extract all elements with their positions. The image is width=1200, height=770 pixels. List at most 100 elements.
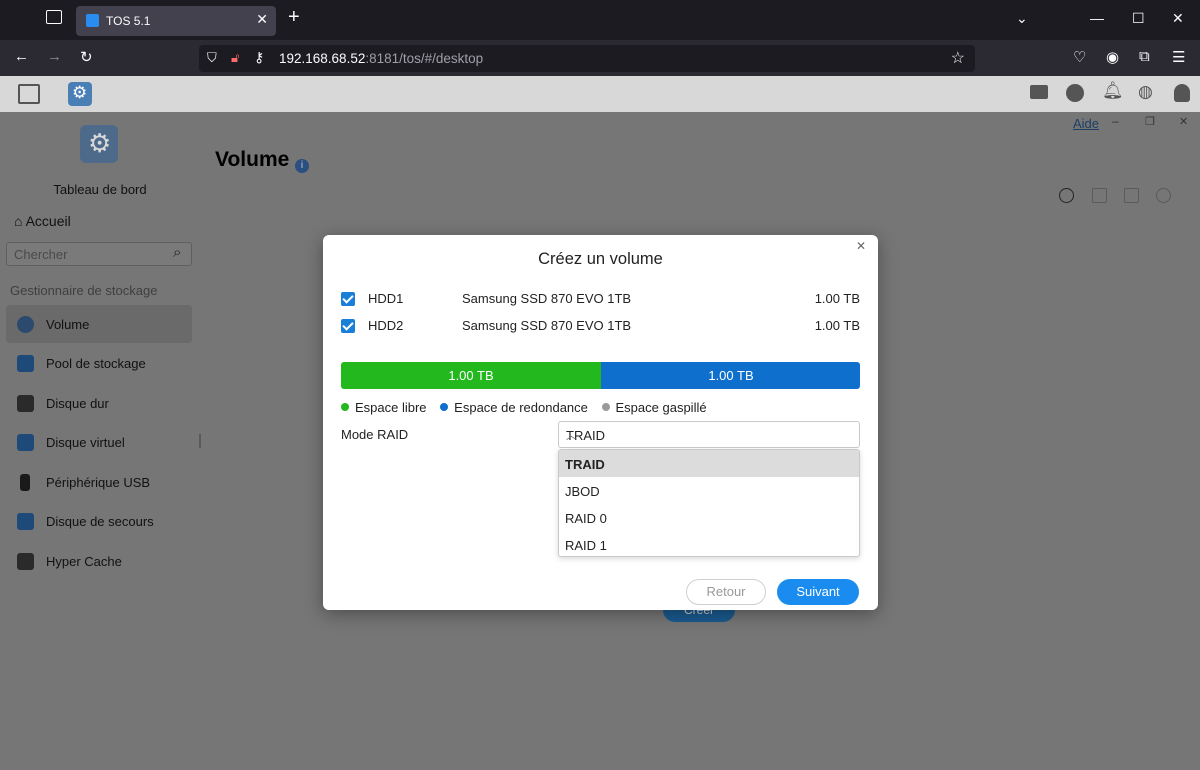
close-window-icon[interactable]: ✕	[1172, 10, 1184, 27]
disk-model: Samsung SSD 870 EVO 1TB	[462, 318, 632, 333]
sidebar-item-usb[interactable]: Périphérique USB	[6, 463, 192, 501]
sidebar-item-label: Périphérique USB	[46, 475, 151, 490]
sidebar-search-input[interactable]: Chercher ⌕	[6, 242, 192, 266]
forward-arrow-icon[interactable]: →	[47, 48, 62, 65]
raid-option-jbod[interactable]: JBOD	[559, 477, 859, 504]
bookmark-star-icon[interactable]: ☆	[951, 48, 965, 68]
desktop-icon[interactable]	[18, 84, 40, 104]
extensions-icon[interactable]: ⧉	[1139, 48, 1150, 65]
monitor-icon[interactable]	[1030, 85, 1048, 99]
disk-size: 1.00 TB	[814, 291, 860, 306]
help-link[interactable]: Aide	[1073, 116, 1099, 131]
dialog-title: Créez un volume	[538, 250, 663, 268]
control-panel-app-icon[interactable]: ⚙	[68, 82, 92, 106]
legend-wasted: Espace gaspillé	[615, 400, 707, 415]
next-button[interactable]: Suivant	[777, 579, 859, 605]
hyper-cache-icon	[17, 553, 34, 570]
sidebar-section-label: Gestionnaire de stockage	[10, 283, 158, 298]
redundancy-space-dot	[440, 403, 449, 411]
virtual-disk-icon	[17, 434, 34, 451]
back-arrow-icon[interactable]: ←	[14, 48, 29, 65]
delete-icon[interactable]	[1124, 188, 1139, 203]
disk-row-hdd1: HDD1 Samsung SSD 870 EVO 1TB 1.00 TB	[341, 291, 861, 311]
more-icon[interactable]	[1156, 188, 1171, 203]
maximize-window-icon[interactable]: ☐	[1132, 10, 1145, 27]
sidebar-item-hyper-cache[interactable]: Hyper Cache	[6, 542, 192, 580]
redundancy-space-segment: 1.00 TB	[601, 362, 860, 389]
page-title: Volume	[215, 148, 290, 171]
raid-mode-label: Mode RAID	[341, 427, 409, 442]
pocket-icon[interactable]: ♡	[1073, 48, 1086, 66]
add-icon[interactable]	[1059, 188, 1074, 203]
account-icon[interactable]: ◉	[1106, 48, 1119, 66]
hard-disk-icon	[17, 395, 34, 412]
user-icon[interactable]	[1174, 84, 1190, 102]
dashboard-logo: ⚙	[80, 125, 118, 163]
disk-size: 1.00 TB	[814, 318, 860, 333]
sidebar-item-label: Disque de secours	[46, 514, 154, 529]
key-icon[interactable]: ⚷	[254, 49, 264, 66]
free-space-dot	[341, 403, 349, 411]
sidebar-app-title: Tableau de bord	[53, 182, 147, 197]
insecure-lock-icon[interactable]: 🔓︎	[231, 50, 239, 66]
free-space-segment: 1.00 TB	[341, 362, 601, 389]
create-volume-dialog: ✕ Créez un volume HDD1 Samsung SSD 870 E…	[323, 235, 878, 610]
sidebar-item-label: Hyper Cache	[46, 554, 122, 569]
menu-icon[interactable]: ☰	[1172, 48, 1185, 66]
storage-pool-icon	[17, 355, 34, 372]
raid-option-raid1[interactable]: RAID 1	[559, 531, 859, 558]
disk-checkbox-hdd1[interactable]	[341, 292, 355, 306]
restore-app-icon[interactable]: ❐	[1145, 115, 1155, 128]
home-icon: ⌂	[14, 213, 23, 229]
chevron-up-icon: ︿	[566, 430, 577, 442]
close-app-icon[interactable]: ✕	[1179, 115, 1188, 128]
sidebar-resize-handle[interactable]	[199, 434, 201, 448]
browser-tab-bar: TOS 5.1 ✕ + ⌄ — ☐ ✕	[0, 0, 1200, 40]
gear-icon: ⚙	[88, 128, 112, 158]
sidebar-item-spare-disk[interactable]: Disque de secours	[6, 502, 192, 540]
sidebar-item-label: Pool de stockage	[46, 356, 146, 371]
reload-icon[interactable]: ↻	[80, 48, 93, 66]
url-text[interactable]: 192.168.68.52:8181/tos/#/desktop	[279, 51, 483, 66]
search-icon[interactable]: ⌕	[173, 244, 181, 261]
sidebar-item-virtual-disk[interactable]: Disque virtuel	[6, 423, 192, 461]
edit-icon[interactable]	[1092, 188, 1107, 203]
bell-icon[interactable]: 🔔︎	[1102, 81, 1124, 101]
minimize-window-icon[interactable]: —	[1090, 10, 1104, 26]
raid-mode-dropdown: TRAID JBOD RAID 0 RAID 1	[558, 449, 860, 557]
wasted-space-dot	[601, 403, 610, 411]
browser-nav-bar: ← → ↻ ⛉ 🔓︎ ⚷ 192.168.68.52:8181/tos/#/de…	[0, 40, 1200, 76]
sidebar-home-link[interactable]: ⌂ Accueil	[14, 213, 71, 229]
search-placeholder: Chercher	[14, 247, 68, 262]
shield-icon[interactable]: ⛉	[207, 50, 217, 66]
minimize-app-icon[interactable]: –	[1112, 114, 1119, 128]
sidebar-item-label: Disque dur	[46, 396, 109, 411]
sidebar-item-label: Volume	[46, 317, 90, 332]
globe-icon[interactable]: ◍	[1138, 82, 1153, 102]
sidebar-item-volume[interactable]: Volume	[6, 305, 192, 343]
browser-tab[interactable]: TOS 5.1 ✕	[76, 6, 276, 36]
sidebar-item-hdd[interactable]: Disque dur	[6, 384, 192, 422]
capacity-bar: 1.00 TB 1.00 TB	[341, 362, 860, 389]
tab-list-chevron-icon[interactable]: ⌄	[1016, 10, 1028, 27]
usb-icon	[20, 474, 30, 491]
tab-overview-icon[interactable]	[46, 10, 62, 24]
disk-name: HDD1	[368, 291, 404, 306]
raid-mode-select[interactable]: TRAID ︿	[558, 421, 860, 448]
sidebar-item-pool[interactable]: Pool de stockage	[6, 344, 192, 382]
close-tab-icon[interactable]: ✕	[256, 11, 268, 28]
gear-icon: ⚙	[72, 83, 88, 102]
sidebar-item-label: Disque virtuel	[46, 435, 125, 450]
raid-option-raid0[interactable]: RAID 0	[559, 504, 859, 531]
new-tab-icon[interactable]: +	[288, 6, 300, 29]
chat-icon[interactable]	[1066, 84, 1084, 102]
volume-icon	[17, 316, 34, 333]
address-bar[interactable]: ⛉ 🔓︎ ⚷ 192.168.68.52:8181/tos/#/desktop …	[199, 45, 975, 72]
info-icon[interactable]: i	[295, 159, 309, 173]
disk-row-hdd2: HDD2 Samsung SSD 870 EVO 1TB 1.00 TB	[341, 318, 861, 338]
raid-option-traid[interactable]: TRAID	[559, 450, 859, 477]
back-button[interactable]: Retour	[686, 579, 766, 605]
disk-model: Samsung SSD 870 EVO 1TB	[462, 291, 632, 306]
legend-free: Espace libre	[355, 400, 427, 415]
disk-checkbox-hdd2[interactable]	[341, 319, 355, 333]
